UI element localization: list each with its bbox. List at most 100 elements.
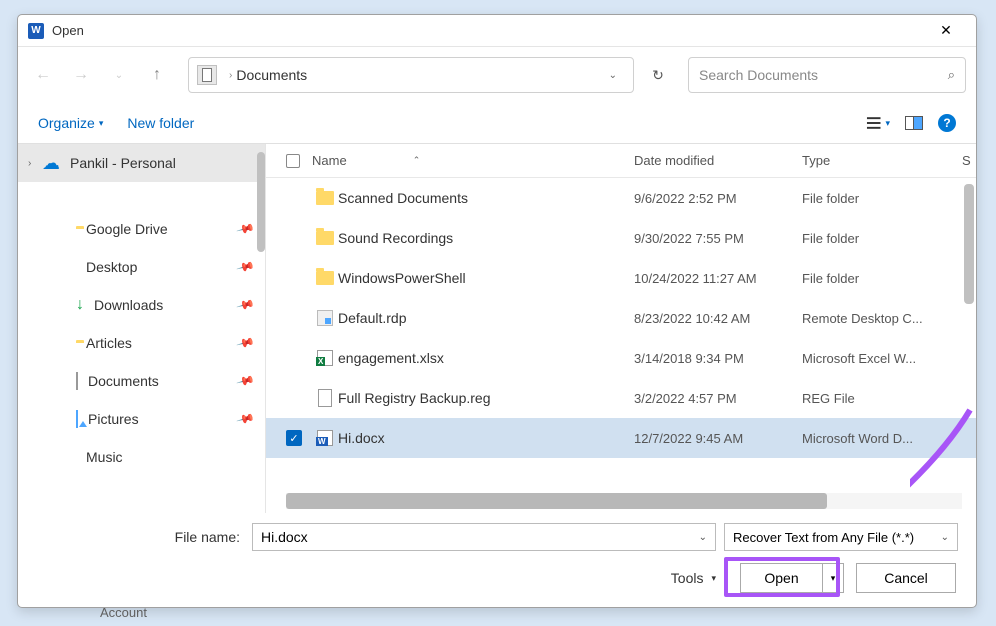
forward-button[interactable]: →	[66, 60, 96, 90]
open-dropdown-button[interactable]: ▾	[823, 564, 843, 592]
file-type-filter[interactable]: Recover Text from Any File (*.*) ⌄	[724, 523, 958, 551]
help-button[interactable]: ?	[938, 114, 956, 132]
doc-icon	[76, 373, 78, 389]
file-row[interactable]: engagement.xlsx3/14/2018 9:34 PMMicrosof…	[266, 338, 976, 378]
pin-icon: 📌	[236, 371, 256, 391]
open-dialog: W Open ✕ ← → ⌄ ↑ › Documents ⌄ ↻ ⌕ Organ…	[17, 14, 977, 608]
file-row[interactable]: Full Registry Backup.reg3/2/2022 4:57 PM…	[266, 378, 976, 418]
refresh-button[interactable]: ↻	[642, 57, 674, 93]
file-type: Microsoft Word D...	[802, 431, 962, 446]
column-date[interactable]: Date modified	[634, 153, 802, 168]
folder-icon	[312, 271, 338, 285]
organize-button[interactable]: Organize ▾	[38, 115, 103, 131]
new-folder-button[interactable]: New folder	[127, 115, 194, 131]
close-button[interactable]: ✕	[926, 17, 966, 45]
sidebar-item-label: Music	[86, 449, 123, 465]
file-name: engagement.xlsx	[338, 350, 634, 366]
up-button[interactable]: ↑	[142, 60, 172, 90]
breadcrumb-current[interactable]: Documents	[236, 67, 307, 83]
reg-icon	[312, 389, 338, 407]
cancel-button[interactable]: Cancel	[856, 563, 956, 593]
pin-icon: 📌	[236, 295, 256, 315]
titlebar: W Open ✕	[18, 15, 976, 47]
file-row[interactable]: Sound Recordings9/30/2022 7:55 PMFile fo…	[266, 218, 976, 258]
preview-pane-button[interactable]	[902, 111, 926, 135]
file-name: Hi.docx	[338, 430, 634, 446]
open-button-group: Open ▾	[740, 563, 844, 593]
search-box[interactable]: ⌕	[688, 57, 966, 93]
xlsx-icon	[312, 350, 338, 366]
file-row[interactable]: WindowsPowerShell10/24/2022 11:27 AMFile…	[266, 258, 976, 298]
download-icon: ↓	[76, 296, 84, 314]
select-all-checkbox[interactable]	[286, 154, 300, 168]
horizontal-scrollbar[interactable]	[286, 493, 962, 509]
column-name[interactable]: Name⌃	[312, 153, 634, 168]
search-icon[interactable]: ⌕	[948, 67, 955, 83]
file-name: Scanned Documents	[338, 190, 634, 206]
column-type[interactable]: Type	[802, 153, 962, 168]
sidebar-item-downloads[interactable]: ↓Downloads📌	[18, 286, 265, 324]
column-size[interactable]: S	[962, 153, 976, 168]
sidebar-item-label: Documents	[88, 373, 159, 389]
file-date: 12/7/2022 9:45 AM	[634, 431, 802, 446]
location-icon	[197, 65, 217, 85]
sidebar-item-music[interactable]: Music	[18, 438, 265, 476]
back-button[interactable]: ←	[28, 60, 58, 90]
sidebar-item-label: Pictures	[88, 411, 139, 427]
pin-icon: 📌	[236, 333, 256, 353]
file-type: File folder	[802, 271, 962, 286]
sidebar-scrollbar[interactable]	[257, 152, 265, 252]
content-area: ›☁Pankil - PersonalGoogle Drive📌Desktop📌…	[18, 143, 976, 513]
sidebar-item-articles[interactable]: Articles📌	[18, 324, 265, 362]
row-checkbox[interactable]: ✓	[286, 430, 302, 446]
folder-icon	[312, 231, 338, 245]
chevron-down-icon: ▾	[99, 118, 104, 129]
recent-dropdown[interactable]: ⌄	[104, 60, 134, 90]
sidebar-item-documents[interactable]: Documents 📌	[18, 362, 265, 400]
file-type: File folder	[802, 231, 962, 246]
sidebar-item-google-drive[interactable]: Google Drive 📌	[18, 210, 265, 248]
folder-icon	[312, 191, 338, 205]
chevron-right-icon: ›	[28, 158, 31, 169]
sidebar-item-pankil-personal[interactable]: ›☁Pankil - Personal	[18, 144, 265, 182]
file-row[interactable]: Scanned Documents9/6/2022 2:52 PMFile fo…	[266, 178, 976, 218]
tools-button[interactable]: Tools ▾	[671, 570, 716, 586]
file-date: 9/6/2022 2:52 PM	[634, 191, 802, 206]
chevron-down-icon[interactable]: ⌄	[699, 532, 707, 543]
toolbar: Organize ▾ New folder ▾ ?	[18, 103, 976, 143]
docx-icon	[312, 430, 338, 446]
navigation-bar: ← → ⌄ ↑ › Documents ⌄ ↻ ⌕	[18, 47, 976, 103]
pic-icon	[76, 411, 78, 427]
view-mode-button[interactable]: ▾	[866, 111, 890, 135]
file-date: 3/2/2022 4:57 PM	[634, 391, 802, 406]
chevron-down-icon: ▾	[711, 573, 716, 584]
file-type: Remote Desktop C...	[802, 311, 962, 326]
filename-value: Hi.docx	[261, 529, 308, 545]
column-headers: Name⌃ Date modified Type S	[266, 144, 976, 178]
search-input[interactable]	[699, 67, 948, 83]
file-row[interactable]: ✓ Hi.docx12/7/2022 9:45 AMMicrosoft Word …	[266, 418, 976, 458]
vertical-scrollbar[interactable]	[964, 184, 974, 304]
sidebar-item-label: Desktop	[86, 259, 137, 275]
address-dropdown[interactable]: ⌄	[601, 62, 625, 89]
file-name: Full Registry Backup.reg	[338, 390, 634, 406]
filename-label: File name:	[36, 529, 244, 545]
onedrive-icon: ☁	[42, 153, 60, 174]
chevron-down-icon[interactable]: ⌄	[941, 532, 949, 543]
bottom-panel: File name: Hi.docx ⌄ Recover Text from A…	[18, 513, 976, 607]
sidebar-item-desktop[interactable]: Desktop 📌	[18, 248, 265, 286]
dialog-title: Open	[52, 23, 926, 38]
address-bar[interactable]: › Documents ⌄	[188, 57, 634, 93]
pin-icon: 📌	[236, 257, 256, 277]
filename-combobox[interactable]: Hi.docx ⌄	[252, 523, 716, 551]
organize-label: Organize	[38, 115, 95, 131]
sidebar-item-pictures[interactable]: Pictures 📌	[18, 400, 265, 438]
rdp-icon	[312, 310, 338, 326]
file-row[interactable]: Default.rdp8/23/2022 10:42 AMRemote Desk…	[266, 298, 976, 338]
sidebar-item-label: Google Drive	[86, 221, 168, 237]
pin-icon: 📌	[236, 409, 256, 429]
file-name: WindowsPowerShell	[338, 270, 634, 286]
file-date: 3/14/2018 9:34 PM	[634, 351, 802, 366]
open-button[interactable]: Open	[741, 564, 823, 592]
pin-icon: 📌	[236, 219, 256, 239]
